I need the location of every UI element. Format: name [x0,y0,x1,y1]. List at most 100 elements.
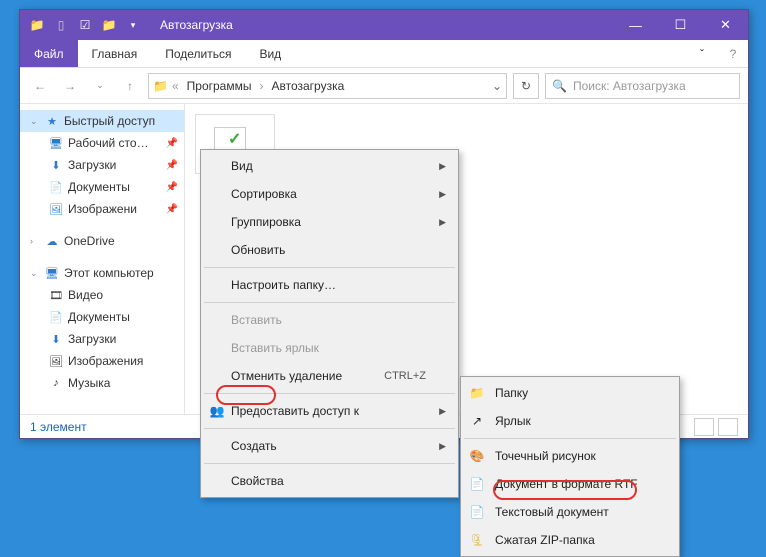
item-count: 1 элемент [30,420,87,434]
folder-icon: 📁 [26,14,48,36]
menu-customize-folder[interactable]: Настроить папку… [203,271,456,299]
tree-documents[interactable]: 📄Документы📌 [20,176,184,198]
tree-quick-access[interactable]: ⌄ ★ Быстрый доступ [20,110,184,132]
window-title: Автозагрузка [150,18,613,32]
tree-pictures[interactable]: 🖼Изображени📌 [20,198,184,220]
path-segment-programs[interactable]: Программы [183,79,256,93]
pin-icon: 📌 [166,160,184,171]
menu-label: Обновить [231,243,285,257]
submenu-rtf[interactable]: 📄 Документ в формате RTF [463,470,677,498]
menu-label: Точечный рисунок [495,449,596,463]
icons-view-button[interactable] [718,418,738,436]
menu-label: Вид [231,159,253,173]
submenu-bitmap[interactable]: 🎨 Точечный рисунок [463,442,677,470]
menu-label: Ярлык [495,414,531,428]
tree-music[interactable]: ♪Музыка [20,372,184,394]
maximize-button[interactable]: ☐ [658,10,703,40]
picture-icon: 🖼 [48,353,64,369]
menu-label: Вставить [231,313,282,327]
back-button[interactable]: ← [28,74,52,98]
tree-label: Видео [68,288,103,302]
close-button[interactable]: ✕ [703,10,748,40]
properties-icon[interactable]: ☑ [74,14,96,36]
forward-button[interactable]: → [58,74,82,98]
menu-separator [204,463,455,464]
rtf-icon: 📄 [469,476,485,492]
tree-desktop[interactable]: 🖥Рабочий сто…📌 [20,132,184,154]
chevron-right-icon: › [30,236,40,246]
chevron-down-icon: ⌄ [30,116,40,127]
pc-icon: 🖥 [44,265,60,281]
pin-icon: 📌 [166,182,184,193]
pin-icon: 📌 [166,138,184,149]
context-menu: Вид Сортировка Группировка Обновить Наст… [200,149,459,498]
recent-dropdown-icon[interactable]: ⌄ [88,74,112,98]
details-view-button[interactable] [694,418,714,436]
folder-icon: 📁 [153,79,168,93]
document-icon: 📄 [48,179,64,195]
up-button[interactable]: ↑ [118,74,142,98]
ribbon-tabs: Файл Главная Поделиться Вид ˇ ? [20,40,748,68]
menu-sort[interactable]: Сортировка [203,180,456,208]
menu-separator [204,302,455,303]
menu-group[interactable]: Группировка [203,208,456,236]
menu-new[interactable]: Создать [203,432,456,460]
address-dropdown-icon[interactable]: ⌄ [492,79,502,93]
submenu-folder[interactable]: 📁Папку [463,379,677,407]
menu-label: Документ в формате RTF [495,477,638,491]
tree-downloads[interactable]: ⬇Загрузки [20,328,184,350]
text-icon: 📄 [469,504,485,520]
menu-separator [204,393,455,394]
star-icon: ★ [44,113,60,129]
tree-video[interactable]: 🎞Видео [20,284,184,306]
menu-give-access[interactable]: 👥 Предоставить доступ к [203,397,456,425]
tree-label: Этот компьютер [64,266,154,280]
submenu-shortcut[interactable]: ↗Ярлык [463,407,677,435]
search-icon: 🔍 [552,79,567,93]
menu-label: Сортировка [231,187,297,201]
share-icon: 👥 [209,403,225,419]
path-segment-startup[interactable]: Автозагрузка [267,79,348,93]
search-input[interactable]: 🔍 Поиск: Автозагрузка [545,73,740,99]
tab-home[interactable]: Главная [78,40,152,67]
help-icon[interactable]: ? [718,40,748,67]
new-folder-icon[interactable]: 📁 [98,14,120,36]
minimize-button[interactable]: — [613,10,658,40]
tree-label: Рабочий сто… [68,136,149,150]
menu-properties[interactable]: Свойства [203,467,456,495]
tree-label: Изображения [68,354,143,368]
menu-label: Предоставить доступ к [231,404,359,418]
chevron-down-icon: ⌄ [30,268,40,279]
qat-dropdown-icon[interactable]: ▾ [122,14,144,36]
tree-documents[interactable]: 📄Документы [20,306,184,328]
menu-label: Сжатая ZIP-папка [495,533,595,547]
ribbon-expand-icon[interactable]: ˇ [686,40,718,67]
search-placeholder: Поиск: Автозагрузка [573,79,686,93]
tab-share[interactable]: Поделиться [151,40,245,67]
tab-view[interactable]: Вид [245,40,295,67]
qat-separator: ▯ [50,14,72,36]
submenu-zip[interactable]: 🗜Сжатая ZIP-папка [463,526,677,554]
menu-separator [204,267,455,268]
menu-shortcut: CTRL+Z [384,370,426,382]
menu-view[interactable]: Вид [203,152,456,180]
tree-label: OneDrive [64,234,115,248]
refresh-button[interactable]: ↻ [513,73,539,99]
menu-undo-delete[interactable]: Отменить удаление CTRL+Z [203,362,456,390]
menu-refresh[interactable]: Обновить [203,236,456,264]
tab-file[interactable]: Файл [20,40,78,67]
music-icon: ♪ [48,375,64,391]
menu-label: Отменить удаление [231,369,342,383]
menu-label: Группировка [231,215,301,229]
tree-this-pc[interactable]: ⌄ 🖥 Этот компьютер [20,262,184,284]
address-bar[interactable]: 📁 « Программы › Автозагрузка ⌄ [148,73,507,99]
bitmap-icon: 🎨 [469,448,485,464]
tree-downloads[interactable]: ⬇Загрузки📌 [20,154,184,176]
path-prefix: « [172,79,179,93]
tree-onedrive[interactable]: ›☁OneDrive [20,230,184,252]
pin-icon: 📌 [166,204,184,215]
view-switcher [694,418,738,436]
tree-pictures[interactable]: 🖼 Изображения [20,350,184,372]
submenu-text-document[interactable]: 📄Текстовый документ [463,498,677,526]
chevron-right-icon: › [259,79,263,93]
